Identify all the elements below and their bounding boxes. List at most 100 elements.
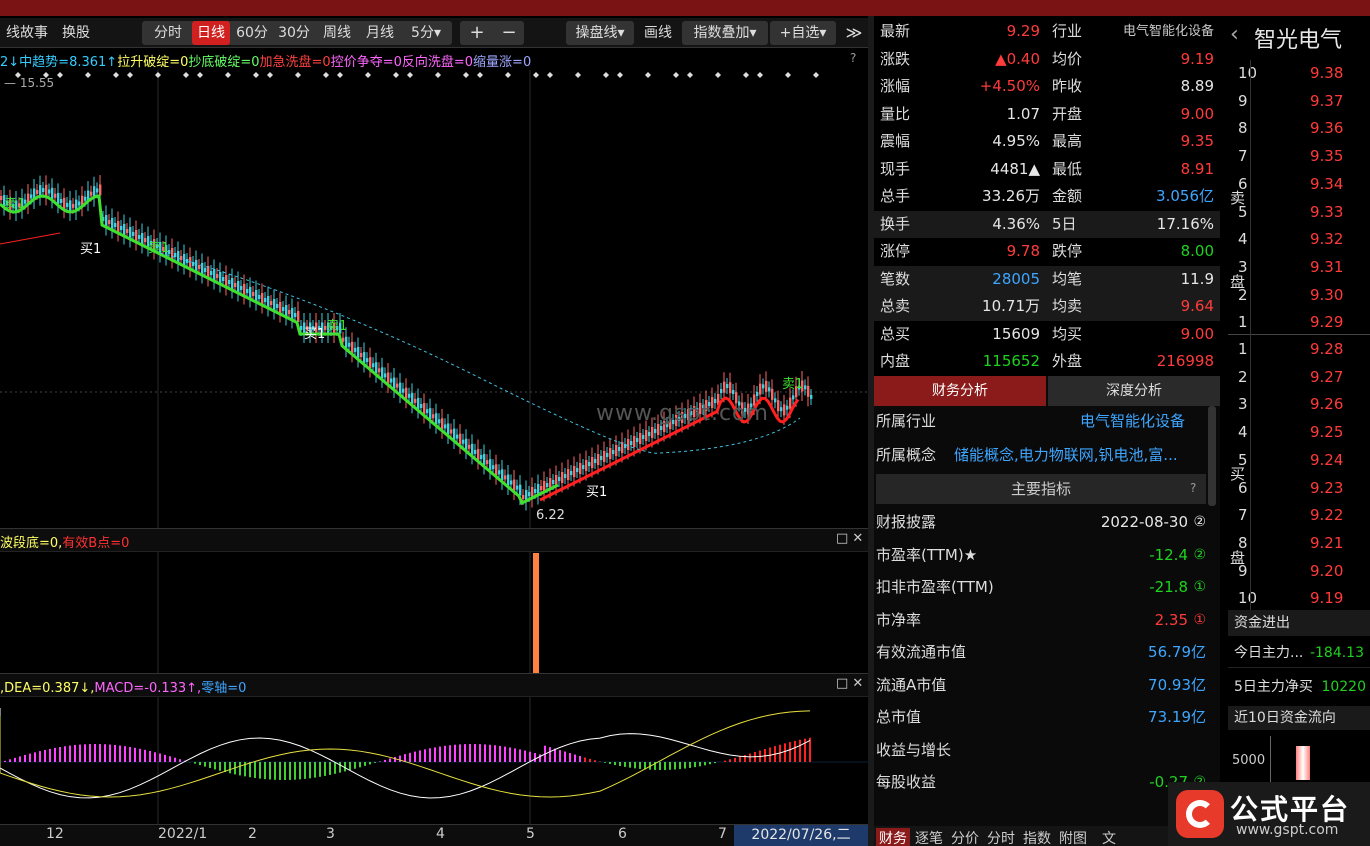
period-monthly[interactable]: 月线 <box>360 21 400 45</box>
finance-row[interactable]: 有效流通市值 56.79亿 <box>874 636 1210 668</box>
period-intraday[interactable]: 分时 <box>146 21 190 45</box>
sell-signal-label: 卖1 <box>326 319 347 334</box>
sub1-window-buttons[interactable]: □ ✕ <box>836 531 863 546</box>
index-overlay-dropdown[interactable]: 指数叠加▾ <box>682 21 768 45</box>
candle-body <box>729 382 732 394</box>
tab-finance-analysis[interactable]: 财务分析 <box>874 376 1046 406</box>
candle-body <box>261 293 264 304</box>
finance-row-badge[interactable]: ① <box>1193 604 1206 636</box>
period-weekly[interactable]: 周线 <box>316 21 358 45</box>
zoom-in-button[interactable]: + <box>462 21 492 45</box>
finance-row[interactable]: 扣非市盈率(TTM) -21.8 ① <box>874 571 1210 603</box>
candle-body <box>522 495 525 499</box>
period-30min[interactable]: 30分 <box>274 21 314 45</box>
finance-row[interactable]: 每股收益-0.27② <box>874 766 1210 798</box>
macd-bar <box>664 762 666 770</box>
signal-diamond <box>715 72 721 78</box>
concept-link[interactable]: 储能概念,电力物联网,钒电池,富... <box>954 444 1178 465</box>
draw-line-button[interactable]: 画线 <box>638 21 678 45</box>
trade-line-dropdown[interactable]: 操盘线▾ <box>566 21 634 45</box>
finance-row-badge[interactable]: ② <box>1193 539 1206 571</box>
signal-diamond <box>393 72 399 78</box>
finance-row-label: 有效流通市值 <box>876 643 967 661</box>
add-favorite-dropdown[interactable]: +自选▾ <box>770 21 836 45</box>
candle-body <box>453 428 456 440</box>
finance-scrollbar[interactable] <box>1208 406 1216 506</box>
indicators-help-icon[interactable]: ? <box>1190 481 1196 495</box>
period-5min-dropdown[interactable]: 5分▾ <box>402 21 450 45</box>
macd-bar <box>74 745 76 762</box>
finance-row[interactable]: 总市值 73.19亿 <box>874 701 1210 733</box>
candle-body <box>72 203 75 208</box>
buy-price: 9.25 <box>1310 423 1344 442</box>
macd-bar <box>739 756 741 762</box>
macd-bar <box>584 757 586 762</box>
candle-body <box>630 441 633 445</box>
back-icon[interactable]: ‹ <box>1230 22 1239 47</box>
finance-row[interactable]: 流通A市值 70.93亿 <box>874 669 1210 701</box>
finance-row[interactable]: 收益与增长 <box>874 734 1210 766</box>
macd-bar <box>94 744 96 762</box>
tab-story[interactable]: 线故事 <box>2 21 52 45</box>
title-strip <box>0 0 1370 16</box>
tab-depth-analysis[interactable]: 深度分析 <box>1048 376 1220 406</box>
finance-row[interactable]: 财报披露 2022-08-30 ② <box>874 506 1210 538</box>
bottom-tab[interactable]: 分时 <box>984 828 1018 846</box>
candle-body <box>117 221 120 232</box>
signal-diamond <box>505 72 511 78</box>
bottom-tab[interactable]: 财务 <box>876 828 910 846</box>
candle-body <box>63 197 66 209</box>
tab-switch-stock[interactable]: 换股 <box>58 21 94 45</box>
bottom-tab[interactable]: 附图 <box>1056 828 1090 846</box>
candle-body <box>462 439 465 444</box>
candle-body <box>570 471 573 475</box>
bottom-tab[interactable]: 指数 <box>1020 828 1054 846</box>
today-main-value: -184.13 <box>1309 645 1364 661</box>
macd-bar <box>199 762 201 766</box>
candle-body <box>363 352 366 364</box>
industry-link[interactable]: 电气智能化设备 <box>1080 410 1185 431</box>
bottom-tab[interactable]: 文 <box>1092 828 1126 846</box>
macd-bar <box>119 745 121 762</box>
bottom-tab[interactable]: 逐笔 <box>912 828 946 846</box>
price-low-label: 6.22 <box>536 508 565 523</box>
macd-bar <box>204 762 206 767</box>
candle-body <box>417 397 420 409</box>
candle-body <box>615 445 618 456</box>
bottom-tab[interactable]: 分价 <box>948 828 982 846</box>
collapse-icon[interactable]: ≫ <box>842 21 866 45</box>
finance-row-badge[interactable]: ① <box>1193 571 1206 603</box>
signal-diamond <box>533 72 539 78</box>
quote-label: 现手 <box>880 159 911 178</box>
kline-chart-canvas[interactable]: 买1买1买1卖1卖1卖1卖1 <box>0 48 868 846</box>
finance-row[interactable]: 市净率 2.35 ① <box>874 604 1210 636</box>
macd-bar <box>709 762 711 765</box>
macd-bar <box>24 754 26 762</box>
macd-bar <box>354 762 356 769</box>
main-indicators-header[interactable]: 主要指标 <box>876 474 1206 504</box>
candle-body <box>546 483 549 487</box>
candle-body <box>723 381 726 393</box>
candle-body <box>84 196 87 201</box>
macd-bar <box>329 762 331 775</box>
macd-bar <box>44 749 46 762</box>
signal-diamond <box>547 72 553 78</box>
macd-bar <box>109 744 111 762</box>
finance-row-badge[interactable]: ② <box>1193 506 1206 538</box>
macd-bar <box>174 757 176 762</box>
candle-body <box>426 409 429 414</box>
macd-bar <box>304 762 306 779</box>
macd-bar <box>144 749 146 762</box>
macd-bar <box>489 744 491 762</box>
macd-bar <box>54 747 56 762</box>
zoom-out-button[interactable]: − <box>494 21 524 45</box>
chart-area[interactable]: 2↓中趋势=8.361↑拉升破绽=0抄底破绽=0加急洗盘=0控价争夺=0反向洗盘… <box>0 48 868 846</box>
period-60min[interactable]: 60分 <box>232 21 272 45</box>
candle-body <box>483 454 486 466</box>
macd-bar <box>439 746 441 762</box>
candle-body <box>564 474 567 478</box>
finance-panel: 财务分析 深度分析 所属行业 电气智能化设备 所属概念 储能概念,电力物联网,钒… <box>874 376 1220 846</box>
sub2-window-buttons[interactable]: □ ✕ <box>836 676 863 691</box>
finance-row[interactable]: 市盈率(TTM)★ -12.4 ② <box>874 539 1210 571</box>
period-daily[interactable]: 日线 <box>192 21 230 45</box>
